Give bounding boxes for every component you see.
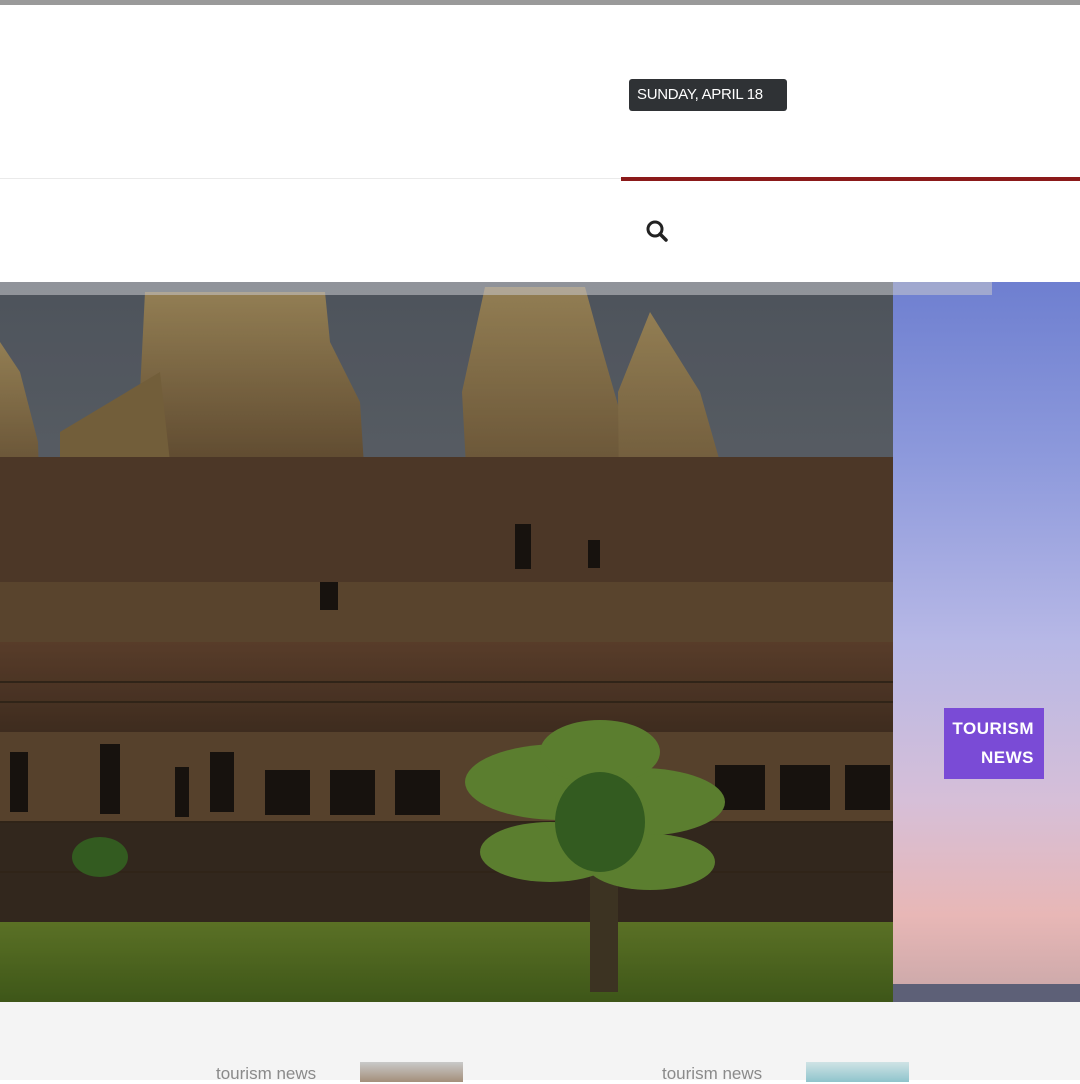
slide-image-temple[interactable] [0,282,893,1002]
category-badge-line1: TOURISM [952,719,1034,738]
card-thumbnail[interactable] [806,1062,909,1082]
news-cards: tourism news tourism news [0,1002,1080,1083]
slide-image-sunset[interactable] [893,282,1080,1002]
featured-slider[interactable] [0,282,1080,1002]
card-thumbnail[interactable] [360,1062,463,1082]
search-button[interactable] [641,216,673,248]
city-skyline [893,984,1080,1002]
card-category-link[interactable]: tourism news [662,1064,762,1084]
main-navigation [0,181,1080,282]
card-category-link[interactable]: tourism news [216,1064,316,1084]
category-badge-line2: NEWS [981,748,1034,767]
site-header: SUNDAY, APRIL 18 [0,5,1080,178]
slider-top-strip [0,282,992,295]
header-divider [0,178,621,179]
date-text: SUNDAY, APRIL 18 [637,86,763,103]
date-badge: SUNDAY, APRIL 18 [629,79,787,111]
slide-dim-overlay [0,282,893,1002]
category-badge-tourism-news[interactable]: TOURISM NEWS [944,708,1044,779]
search-icon [646,220,668,242]
